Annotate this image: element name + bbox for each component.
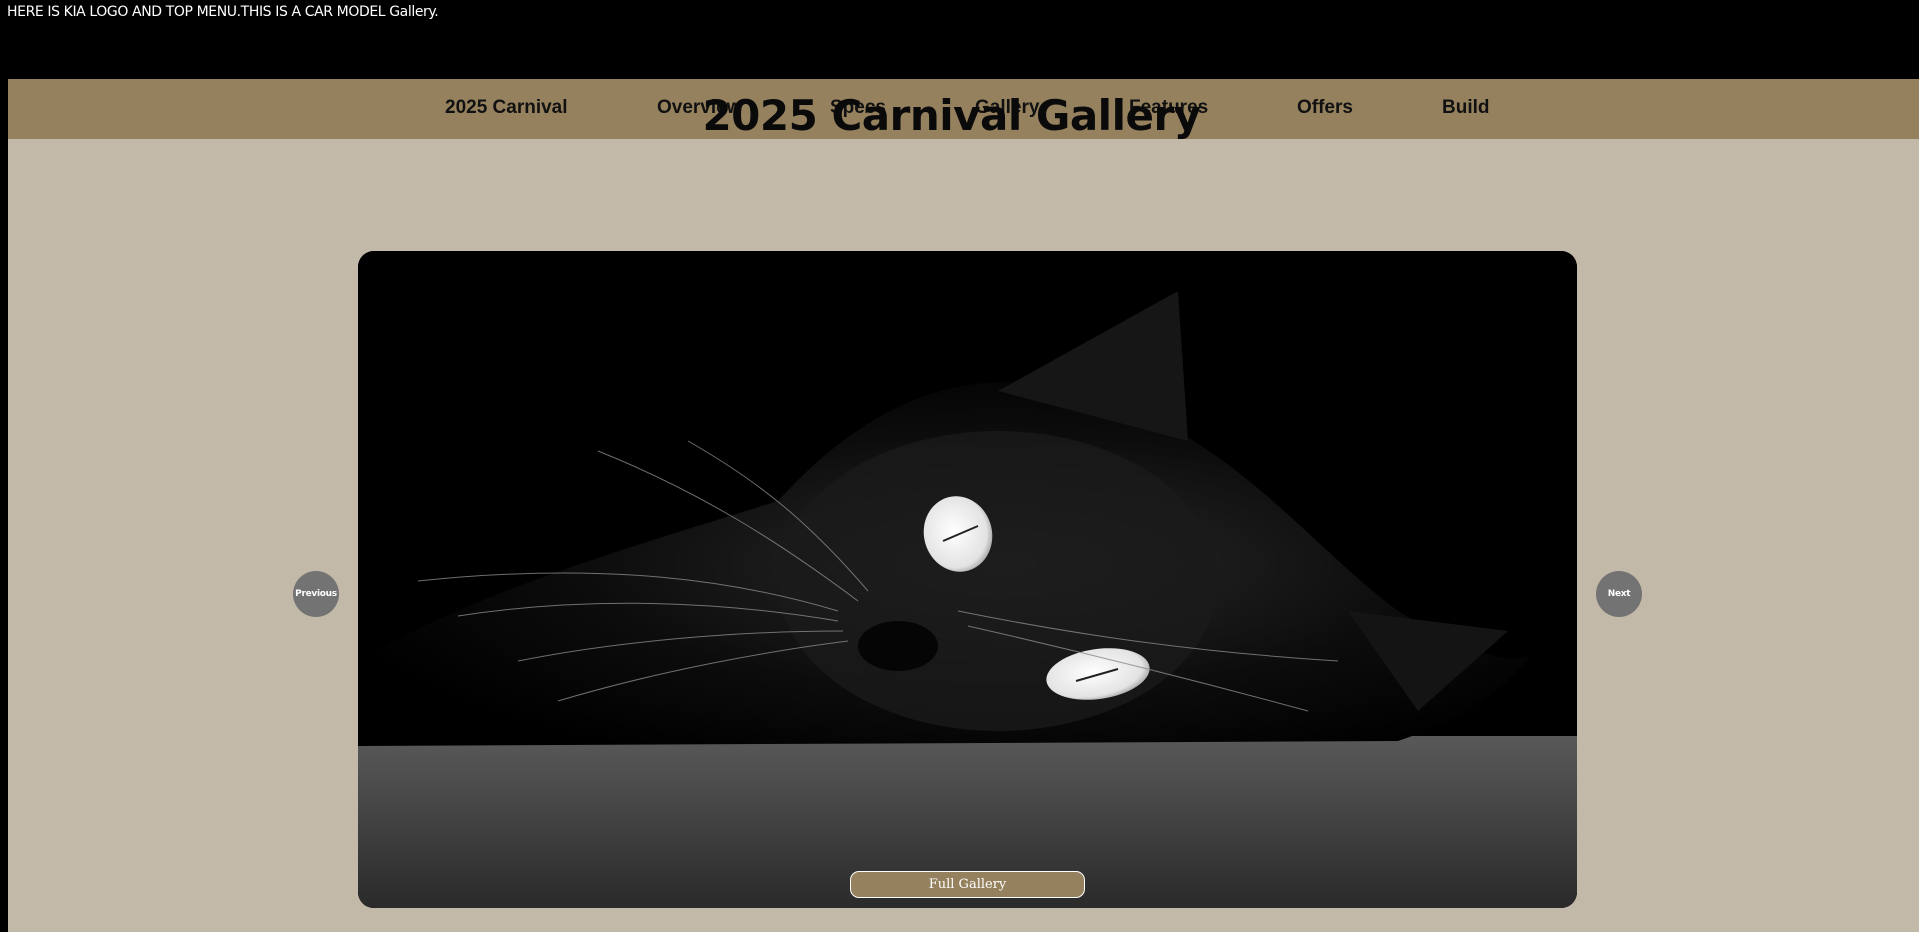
top-banner: HERE IS KIA LOGO AND TOP MENU.THIS IS A … [0,0,1919,79]
banner-placeholder-text: HERE IS KIA LOGO AND TOP MENU.THIS IS A … [7,4,439,20]
next-button[interactable]: Next [1596,571,1642,617]
page-title: 2025 Carnival Gallery [702,91,1201,140]
previous-button[interactable]: Previous [293,571,339,617]
gallery-image [358,251,1577,908]
full-gallery-button[interactable]: Full Gallery [850,871,1085,898]
gallery-image-viewer [358,251,1577,908]
